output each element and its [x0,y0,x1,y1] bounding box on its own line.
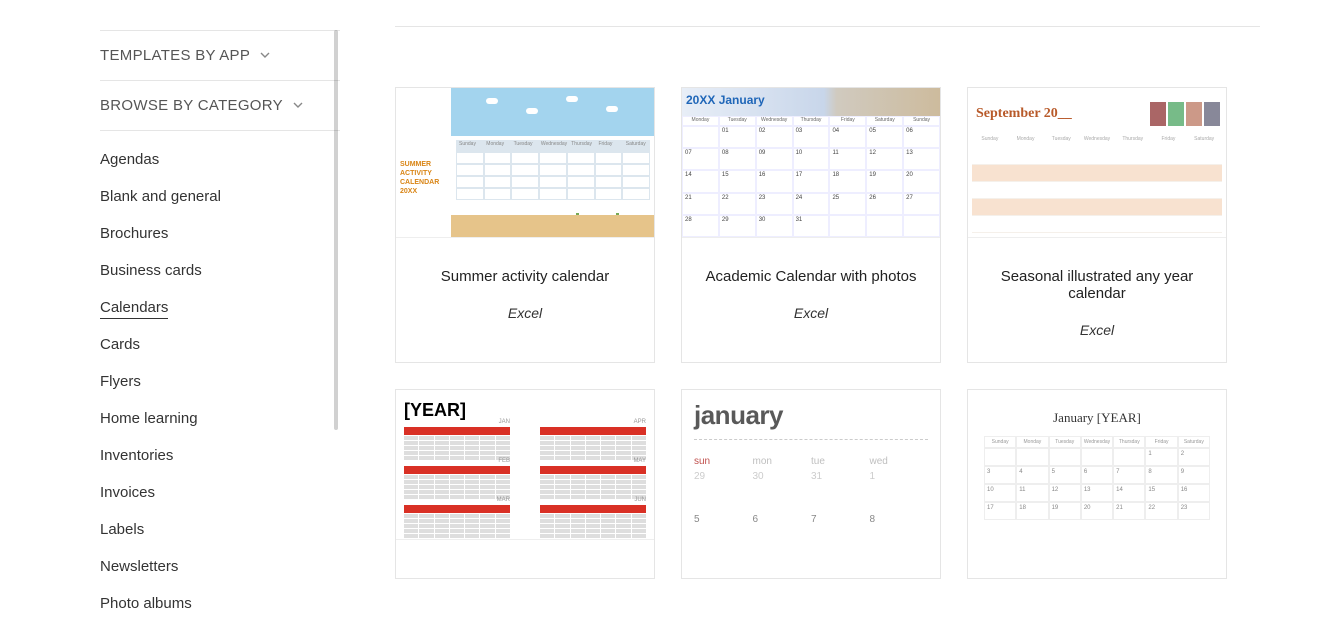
template-card-year-grid[interactable]: [YEAR] JANAPRFEBMAYMARJUN [395,389,655,579]
templates-by-app-toggle[interactable]: TEMPLATES BY APP [100,30,340,81]
category-item-business-cards[interactable]: Business cards [100,252,340,289]
browse-by-category-label: BROWSE BY CATEGORY [100,97,283,114]
category-label: Brochures [100,225,168,242]
category-item-invoices[interactable]: Invoices [100,474,340,511]
category-label: Agendas [100,151,159,168]
template-grid: SUMMER ACTIVITY CALENDAR 20XX SundayMond… [395,87,1260,579]
category-label: Blank and general [100,188,221,205]
thumb-title: January [YEAR] [984,410,1210,426]
category-item-calendars[interactable]: Calendars [100,289,340,326]
category-item-blank-and-general[interactable]: Blank and general [100,178,340,215]
template-thumbnail: SUMMER ACTIVITY CALENDAR 20XX SundayMond… [396,88,654,238]
category-label: Business cards [100,262,202,279]
thumb-year: [YEAR] [404,400,646,421]
thumb-title: january [694,400,928,431]
template-thumbnail: january sunmontuewed 2930311 5678 [682,390,940,578]
template-card-summer-activity[interactable]: SUMMER ACTIVITY CALENDAR 20XX SundayMond… [395,87,655,363]
category-label: Calendars [100,299,168,319]
category-label: Invoices [100,484,155,501]
thumb-title: September 20__ [976,106,1072,122]
category-item-agendas[interactable]: Agendas [100,141,340,178]
template-thumbnail: September 20__ SundayMondayTuesdayWednes… [968,88,1226,238]
category-item-inventories[interactable]: Inventories [100,437,340,474]
divider [395,26,1260,27]
category-item-newsletters[interactable]: Newsletters [100,548,340,585]
category-item-cards[interactable]: Cards [100,326,340,363]
template-card-academic-photos[interactable]: 20XX January MondayTuesdayWednesdayThurs… [681,87,941,363]
template-title: Seasonal illustrated any year calendar [982,268,1212,302]
template-thumbnail: [YEAR] JANAPRFEBMAYMARJUN [396,390,654,540]
thumb-header: 20XX January [686,93,765,107]
category-item-home-learning[interactable]: Home learning [100,400,340,437]
category-label: Home learning [100,410,198,427]
chevron-down-icon [293,97,303,114]
category-label: Labels [100,521,144,538]
category-item-labels[interactable]: Labels [100,511,340,548]
category-list: Agendas Blank and general Brochures Busines… [100,131,340,622]
template-card-seasonal-illustrated[interactable]: September 20__ SundayMondayTuesdayWednes… [967,87,1227,363]
template-title: Summer activity calendar [410,268,640,285]
template-thumbnail: 20XX January MondayTuesdayWednesdayThurs… [682,88,940,238]
sidebar: TEMPLATES BY APP BROWSE BY CATEGORY Agen… [0,0,340,618]
category-item-brochures[interactable]: Brochures [100,215,340,252]
category-label: Newsletters [100,558,178,575]
category-label: Inventories [100,447,173,464]
template-title: Academic Calendar with photos [696,268,926,285]
category-label: Cards [100,336,140,353]
template-app: Excel [410,305,640,321]
category-item-photo-albums[interactable]: Photo albums [100,585,340,622]
thumb-side-label: SUMMER ACTIVITY CALENDAR 20XX [400,160,456,196]
template-card-january-big[interactable]: january sunmontuewed 2930311 5678 [681,389,941,579]
main-content: SUMMER ACTIVITY CALENDAR 20XX SundayMond… [340,0,1330,618]
template-card-january-year[interactable]: January [YEAR] SundayMondayTuesdayWednes… [967,389,1227,579]
category-label: Flyers [100,373,141,390]
template-thumbnail: January [YEAR] SundayMondayTuesdayWednes… [968,390,1226,578]
template-app: Excel [982,322,1212,338]
chevron-down-icon [260,47,270,64]
template-app: Excel [696,305,926,321]
scrollbar[interactable] [334,30,338,430]
templates-by-app-label: TEMPLATES BY APP [100,47,250,64]
category-label: Photo albums [100,595,192,612]
browse-by-category-toggle[interactable]: BROWSE BY CATEGORY [100,81,340,131]
category-item-flyers[interactable]: Flyers [100,363,340,400]
